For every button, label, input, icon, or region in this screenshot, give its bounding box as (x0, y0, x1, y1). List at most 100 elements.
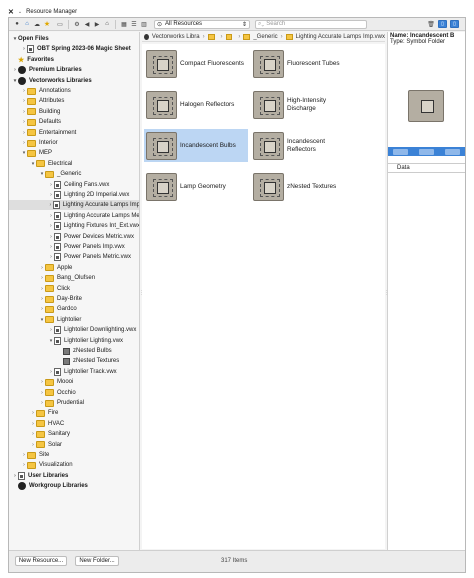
preview-control-3[interactable] (444, 148, 460, 155)
tree-item[interactable]: Workgroup Libraries (9, 481, 139, 491)
tree-item[interactable]: › Site (9, 450, 139, 460)
tree-item[interactable]: › Entertainment (9, 128, 139, 138)
tree-item[interactable]: › Lighting Fixtures Int_Ext.vwx (9, 221, 140, 231)
cloud-icon[interactable]: ☁ (33, 20, 41, 28)
trash-icon[interactable]: 🗑 (427, 20, 435, 28)
resource-tile[interactable]: Fluorescent Tubes (251, 47, 355, 80)
tree-item[interactable]: › Attributes (9, 96, 139, 106)
tree-item[interactable]: › Prudential (9, 398, 139, 408)
resource-type-select[interactable]: ⊙ All Resources ⇕ (154, 19, 250, 29)
resource-label: Compact Fluorescents (180, 59, 244, 67)
forward-arrow-icon[interactable]: ▶ (93, 20, 101, 28)
tree-item[interactable]: › Bang_Olufsen (9, 273, 139, 283)
folder-icon (45, 285, 54, 293)
tree-item[interactable]: › Moooi (9, 377, 139, 387)
file-icon (54, 326, 61, 335)
tree-item[interactable]: › Ceiling Fans.vwx (9, 180, 139, 190)
tree-item[interactable]: › Premium Libraries (9, 65, 139, 75)
tree-item[interactable]: › Lightolier Downlighting.vwx (9, 325, 139, 335)
gear-icon[interactable]: ⚙ (73, 20, 81, 28)
tree-item[interactable]: › Visualization (9, 460, 139, 470)
home-icon[interactable]: ⌂ (23, 20, 31, 28)
tree-item[interactable]: › Power Panels Imp.vwx (9, 242, 139, 252)
tree-item[interactable]: zNested Bulbs (9, 346, 139, 356)
tree-item-label: Building (39, 108, 61, 115)
tree-item[interactable]: ▾ Lightolier Lighting.vwx (9, 336, 139, 346)
globe-menu-icon[interactable]: ● (13, 20, 21, 28)
tree-item[interactable]: › Click (9, 284, 139, 294)
tree-item[interactable]: › Lightolier Track.vwx (9, 367, 139, 377)
tree-item-label: Occhio (57, 389, 76, 396)
tree-item[interactable]: zNested Textures (9, 356, 139, 366)
close-icon[interactable]: ✕ (8, 8, 14, 16)
chevron-down-icon[interactable]: ⌄ (18, 9, 22, 15)
tree-item[interactable]: › Lighting Accurate Lamps Imp (9, 200, 139, 211)
search-input[interactable]: ⌕⌄ Search (255, 19, 367, 29)
preview-control-1[interactable] (393, 148, 409, 155)
column-view-icon[interactable]: ▥ (140, 20, 148, 28)
tree-item[interactable]: › Sanitary (9, 429, 139, 439)
tree-item[interactable]: › Defaults (9, 117, 139, 127)
folder-icon (285, 33, 293, 40)
info-pane-button[interactable]: ▯ (450, 20, 459, 28)
symbol-folder-icon (253, 131, 284, 160)
resource-tile[interactable]: High-Intensity Discharge (251, 88, 355, 121)
tree-item[interactable]: ★ Favorites (9, 55, 139, 65)
tree-item[interactable]: › Gardco (9, 304, 139, 314)
list-view-icon[interactable]: ☰ (130, 20, 138, 28)
tree-item[interactable]: › User Libraries (9, 471, 139, 481)
tree-item[interactable]: › Day-Brite (9, 294, 139, 304)
resource-tile[interactable]: zNested Textures (251, 170, 355, 203)
open-folder-icon[interactable]: ▭ (56, 20, 64, 28)
tree-item[interactable]: › HVAC (9, 419, 139, 429)
search-icon: ⌕⌄ (258, 20, 265, 27)
tree-item[interactable]: › Building (9, 107, 139, 117)
back-arrow-icon[interactable]: ◀ (83, 20, 91, 28)
tree-item[interactable]: ▾ _Generic (9, 169, 139, 179)
breadcrumb-item[interactable]: _Generic (253, 34, 277, 40)
tree-item[interactable]: ▾ MEP (9, 148, 139, 158)
tree-item[interactable]: › Lighting Accurate Lamps Me (9, 211, 140, 221)
resource-grid: Compact Fluorescents Fluorescent Tubes Hal… (142, 44, 385, 549)
new-resource-button[interactable]: New Resource... (15, 556, 67, 566)
tree-item[interactable]: › Power Panels Metric.vwx (9, 252, 139, 262)
resource-tile[interactable]: Incandescent Bulbs (144, 129, 248, 162)
tree-item[interactable]: › Apple (9, 263, 139, 273)
new-folder-button[interactable]: New Folder... (75, 556, 119, 566)
tree-item[interactable]: › Power Devices Metric.vwx (9, 232, 139, 242)
resource-tile[interactable]: Lamp Geometry (144, 170, 248, 203)
tree-item[interactable]: ▾ Lightolier (9, 315, 139, 325)
favorites-star-icon[interactable]: ★ (43, 20, 51, 28)
tree-item[interactable]: › Occhio (9, 388, 139, 398)
breadcrumb-item[interactable]: Lighting Accurate Lamps Imp.vwx (296, 34, 385, 40)
tree-item-label: Lighting Fixtures Int_Ext.vwx (63, 223, 140, 230)
resource-tile[interactable]: Incandescent Reflectors (251, 129, 355, 162)
footer: New Resource... New Folder... 317 Items (9, 550, 465, 572)
parent-folder-icon[interactable]: ⌂ (103, 20, 111, 28)
grid-view-icon[interactable]: ▦ (120, 20, 128, 28)
folder-icon (27, 87, 36, 95)
tree-item[interactable]: › OBT Spring 2023-06 Magic Sheet (9, 44, 139, 54)
tree-item[interactable]: › Interior (9, 138, 139, 148)
tree-item[interactable]: › Lighting 2D Imperial.vwx (9, 190, 139, 200)
tree-item[interactable]: › Solar (9, 440, 139, 450)
breadcrumb-item[interactable]: Vectorworks Libra (152, 34, 200, 40)
data-section[interactable]: Data (388, 163, 465, 173)
tree-item-label: Visualization (39, 462, 73, 469)
tree-item[interactable]: › Annotations (9, 86, 139, 96)
preview-control-2[interactable] (418, 148, 434, 155)
split-view-button[interactable]: ▯ (438, 20, 447, 28)
info-splitter[interactable]: ⋮ (384, 290, 389, 296)
tree-item[interactable]: ▾ Electrical (9, 159, 139, 169)
resource-tile[interactable]: Halogen Reflectors (144, 88, 248, 121)
tree-item[interactable]: ▾ Open Files (9, 34, 139, 44)
folder-icon (27, 461, 36, 469)
resource-tile[interactable]: Compact Fluorescents (144, 47, 248, 80)
tree-item[interactable]: ▾ Vectorworks Libraries (9, 76, 139, 86)
tree-item-label: Lighting Accurate Lamps Me (64, 212, 140, 219)
file-icon (54, 232, 61, 241)
file-icon (52, 201, 60, 210)
tree-item[interactable]: › Fire (9, 408, 139, 418)
file-icon (27, 45, 34, 54)
tree-splitter[interactable]: ⋮ (139, 290, 144, 296)
